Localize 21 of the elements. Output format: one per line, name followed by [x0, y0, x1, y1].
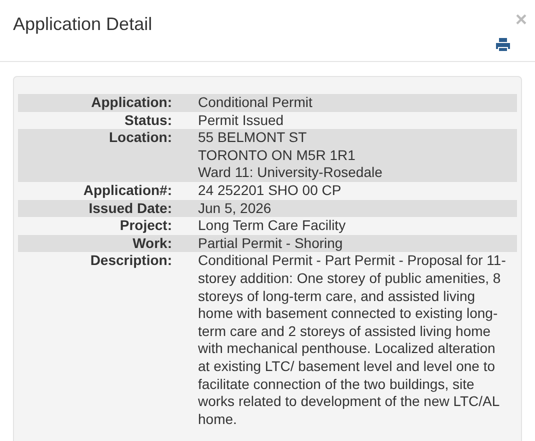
field-value: Conditional Permit: [198, 94, 314, 112]
close-button[interactable]: ×: [515, 10, 527, 30]
field-value: Permit Issued: [198, 112, 285, 130]
printer-icon[interactable]: [496, 38, 510, 51]
field-value: Long Term Care Facility: [198, 217, 347, 235]
field-label: Project:: [118, 217, 172, 235]
field-value: Ward 11: University-Rosedale: [198, 164, 384, 182]
field-value: Partial Permit - Shoring: [198, 234, 344, 252]
field-value: 55 BELMONT ST: [198, 129, 308, 147]
field-label: Location:: [108, 129, 172, 148]
field-label: Status:: [124, 112, 172, 130]
field-label: Work:: [132, 234, 172, 252]
field-label: Description:: [89, 252, 172, 270]
field-value: Jun 5, 2026: [198, 200, 272, 218]
field-label: Application#:: [82, 182, 172, 200]
field-label: Issued Date:: [88, 200, 172, 218]
field-value: TORONTO ON M5R 1R1: [198, 146, 356, 164]
field-label: Application:: [90, 94, 172, 112]
field-value: 24 252201 SHO 00 CP: [198, 182, 342, 200]
modal-title: Application Detail: [13, 14, 152, 35]
field-value: Conditional Permit - Part Permit - Proposal for 11-storey addition: One storey of public amenities, 8 storeys of long-term care, and assisted living home with basement connected to existing long-term care and 2 storeys of assisted living home with mechanical penthouse. Localized alteration at existing LTC/ basement level and level one to facilitate connection of the two buildings, site works related to development of the new LTC/AL home.: [198, 252, 507, 428]
